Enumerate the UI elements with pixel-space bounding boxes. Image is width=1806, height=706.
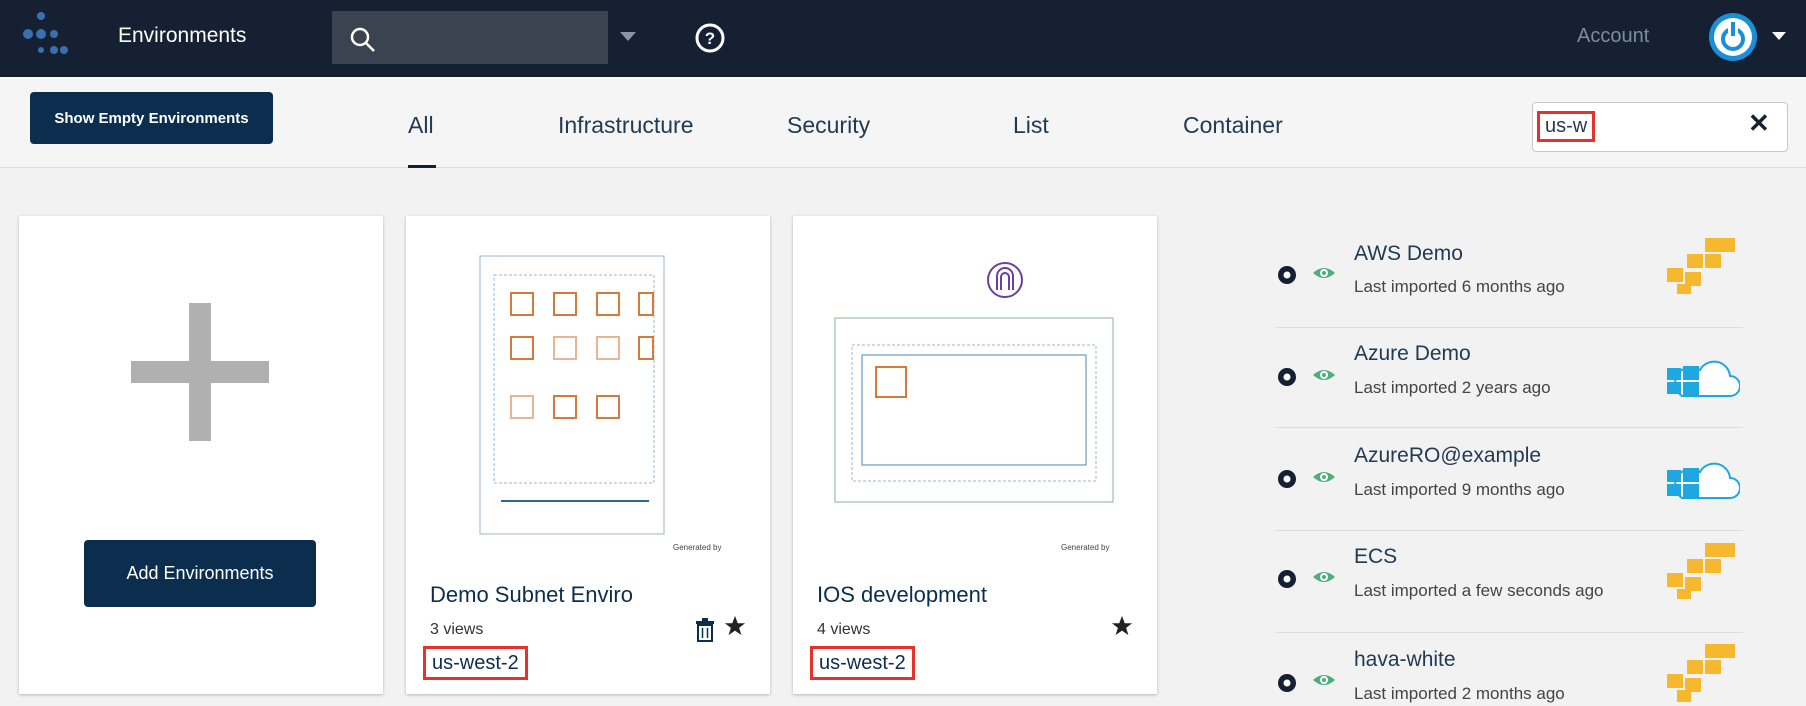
app-title: Environments [118, 24, 247, 47]
tab-container[interactable]: Container [1183, 112, 1283, 139]
svg-text:?: ? [705, 29, 715, 48]
environment-card[interactable]: Generated by Demo Subnet Enviro 3 views … [406, 216, 770, 694]
diagram-thumbnail[interactable] [834, 317, 1114, 503]
tab-security[interactable]: Security [787, 112, 870, 139]
aws-icon [1667, 644, 1735, 702]
divider [1275, 427, 1743, 428]
tab-all[interactable]: All [408, 112, 434, 139]
environment-imported: Last imported 2 months ago [1354, 684, 1565, 703]
global-search-box[interactable] [332, 11, 608, 64]
chevron-down-icon[interactable] [620, 32, 636, 42]
trash-icon[interactable] [695, 618, 715, 642]
environment-imported: Last imported 2 years ago [1354, 378, 1551, 397]
environment-name[interactable]: AzureRO@example [1354, 444, 1541, 468]
gear-icon[interactable] [1275, 567, 1299, 591]
eye-icon[interactable] [1312, 465, 1336, 489]
eye-icon[interactable] [1312, 565, 1336, 589]
aws-icon [1667, 238, 1735, 294]
active-tab-indicator [408, 165, 436, 168]
star-icon[interactable] [724, 615, 746, 637]
chevron-down-icon[interactable] [1772, 32, 1786, 41]
view-count: 3 views [430, 621, 484, 638]
add-environments-button[interactable]: Add Environments [84, 540, 316, 607]
gear-icon[interactable] [1275, 263, 1299, 287]
diagram-thumbnail[interactable] [479, 255, 665, 535]
environment-name[interactable]: Azure Demo [1354, 342, 1471, 366]
add-environment-card[interactable] [19, 216, 383, 694]
divider [1275, 327, 1743, 328]
account-link[interactable]: Account [1577, 25, 1649, 48]
aws-icon [1667, 543, 1735, 599]
logo-icon[interactable] [18, 10, 70, 60]
list-item[interactable]: hava-white Last imported 2 months ago [1275, 644, 1743, 706]
vpc-icon [987, 262, 1023, 298]
environment-name[interactable]: AWS Demo [1354, 242, 1463, 266]
generated-by-label: Generated by [673, 543, 722, 552]
azure-cloud-icon [1667, 360, 1740, 397]
eye-icon[interactable] [1312, 363, 1336, 387]
environment-name[interactable]: ECS [1354, 545, 1397, 569]
divider [1275, 632, 1743, 633]
filter-input-value[interactable]: us-w [1537, 111, 1596, 142]
list-item[interactable]: AzureRO@example Last imported 9 months a… [1275, 440, 1743, 530]
environment-title[interactable]: Demo Subnet Enviro [430, 582, 633, 608]
environment-imported: Last imported 6 months ago [1354, 277, 1565, 296]
list-item[interactable]: Azure Demo Last imported 2 years ago [1275, 338, 1743, 428]
eye-icon[interactable] [1312, 261, 1336, 285]
environment-imported: Last imported a few seconds ago [1354, 581, 1604, 600]
search-icon [350, 27, 375, 52]
tab-infrastructure[interactable]: Infrastructure [558, 112, 694, 139]
environment-title[interactable]: IOS development [817, 582, 987, 608]
generated-by-label: Generated by [1061, 543, 1110, 552]
clear-filter-icon[interactable]: ✕ [1748, 108, 1770, 139]
star-icon[interactable] [1111, 615, 1133, 637]
gear-icon[interactable] [1275, 365, 1299, 389]
eye-icon[interactable] [1312, 668, 1336, 692]
tab-list[interactable]: List [1013, 112, 1049, 139]
environment-card[interactable]: Generated by IOS development 4 views us-… [793, 216, 1157, 694]
region-badge: us-west-2 [810, 646, 915, 680]
show-empty-environments-button[interactable]: Show Empty Environments [30, 92, 273, 144]
view-count: 4 views [817, 621, 871, 638]
help-icon[interactable]: ? [694, 22, 726, 54]
plus-icon[interactable] [131, 303, 269, 441]
divider [1275, 530, 1743, 531]
region-badge: us-west-2 [423, 646, 528, 680]
list-item[interactable]: AWS Demo Last imported 6 months ago [1275, 238, 1743, 328]
list-item[interactable]: ECS Last imported a few seconds ago [1275, 543, 1743, 633]
azure-cloud-icon [1667, 462, 1740, 499]
gear-icon[interactable] [1275, 467, 1299, 491]
power-icon[interactable] [1709, 13, 1757, 61]
environment-name[interactable]: hava-white [1354, 648, 1456, 672]
environment-imported: Last imported 9 months ago [1354, 480, 1565, 499]
top-navbar [0, 0, 1806, 77]
gear-icon[interactable] [1275, 671, 1299, 695]
